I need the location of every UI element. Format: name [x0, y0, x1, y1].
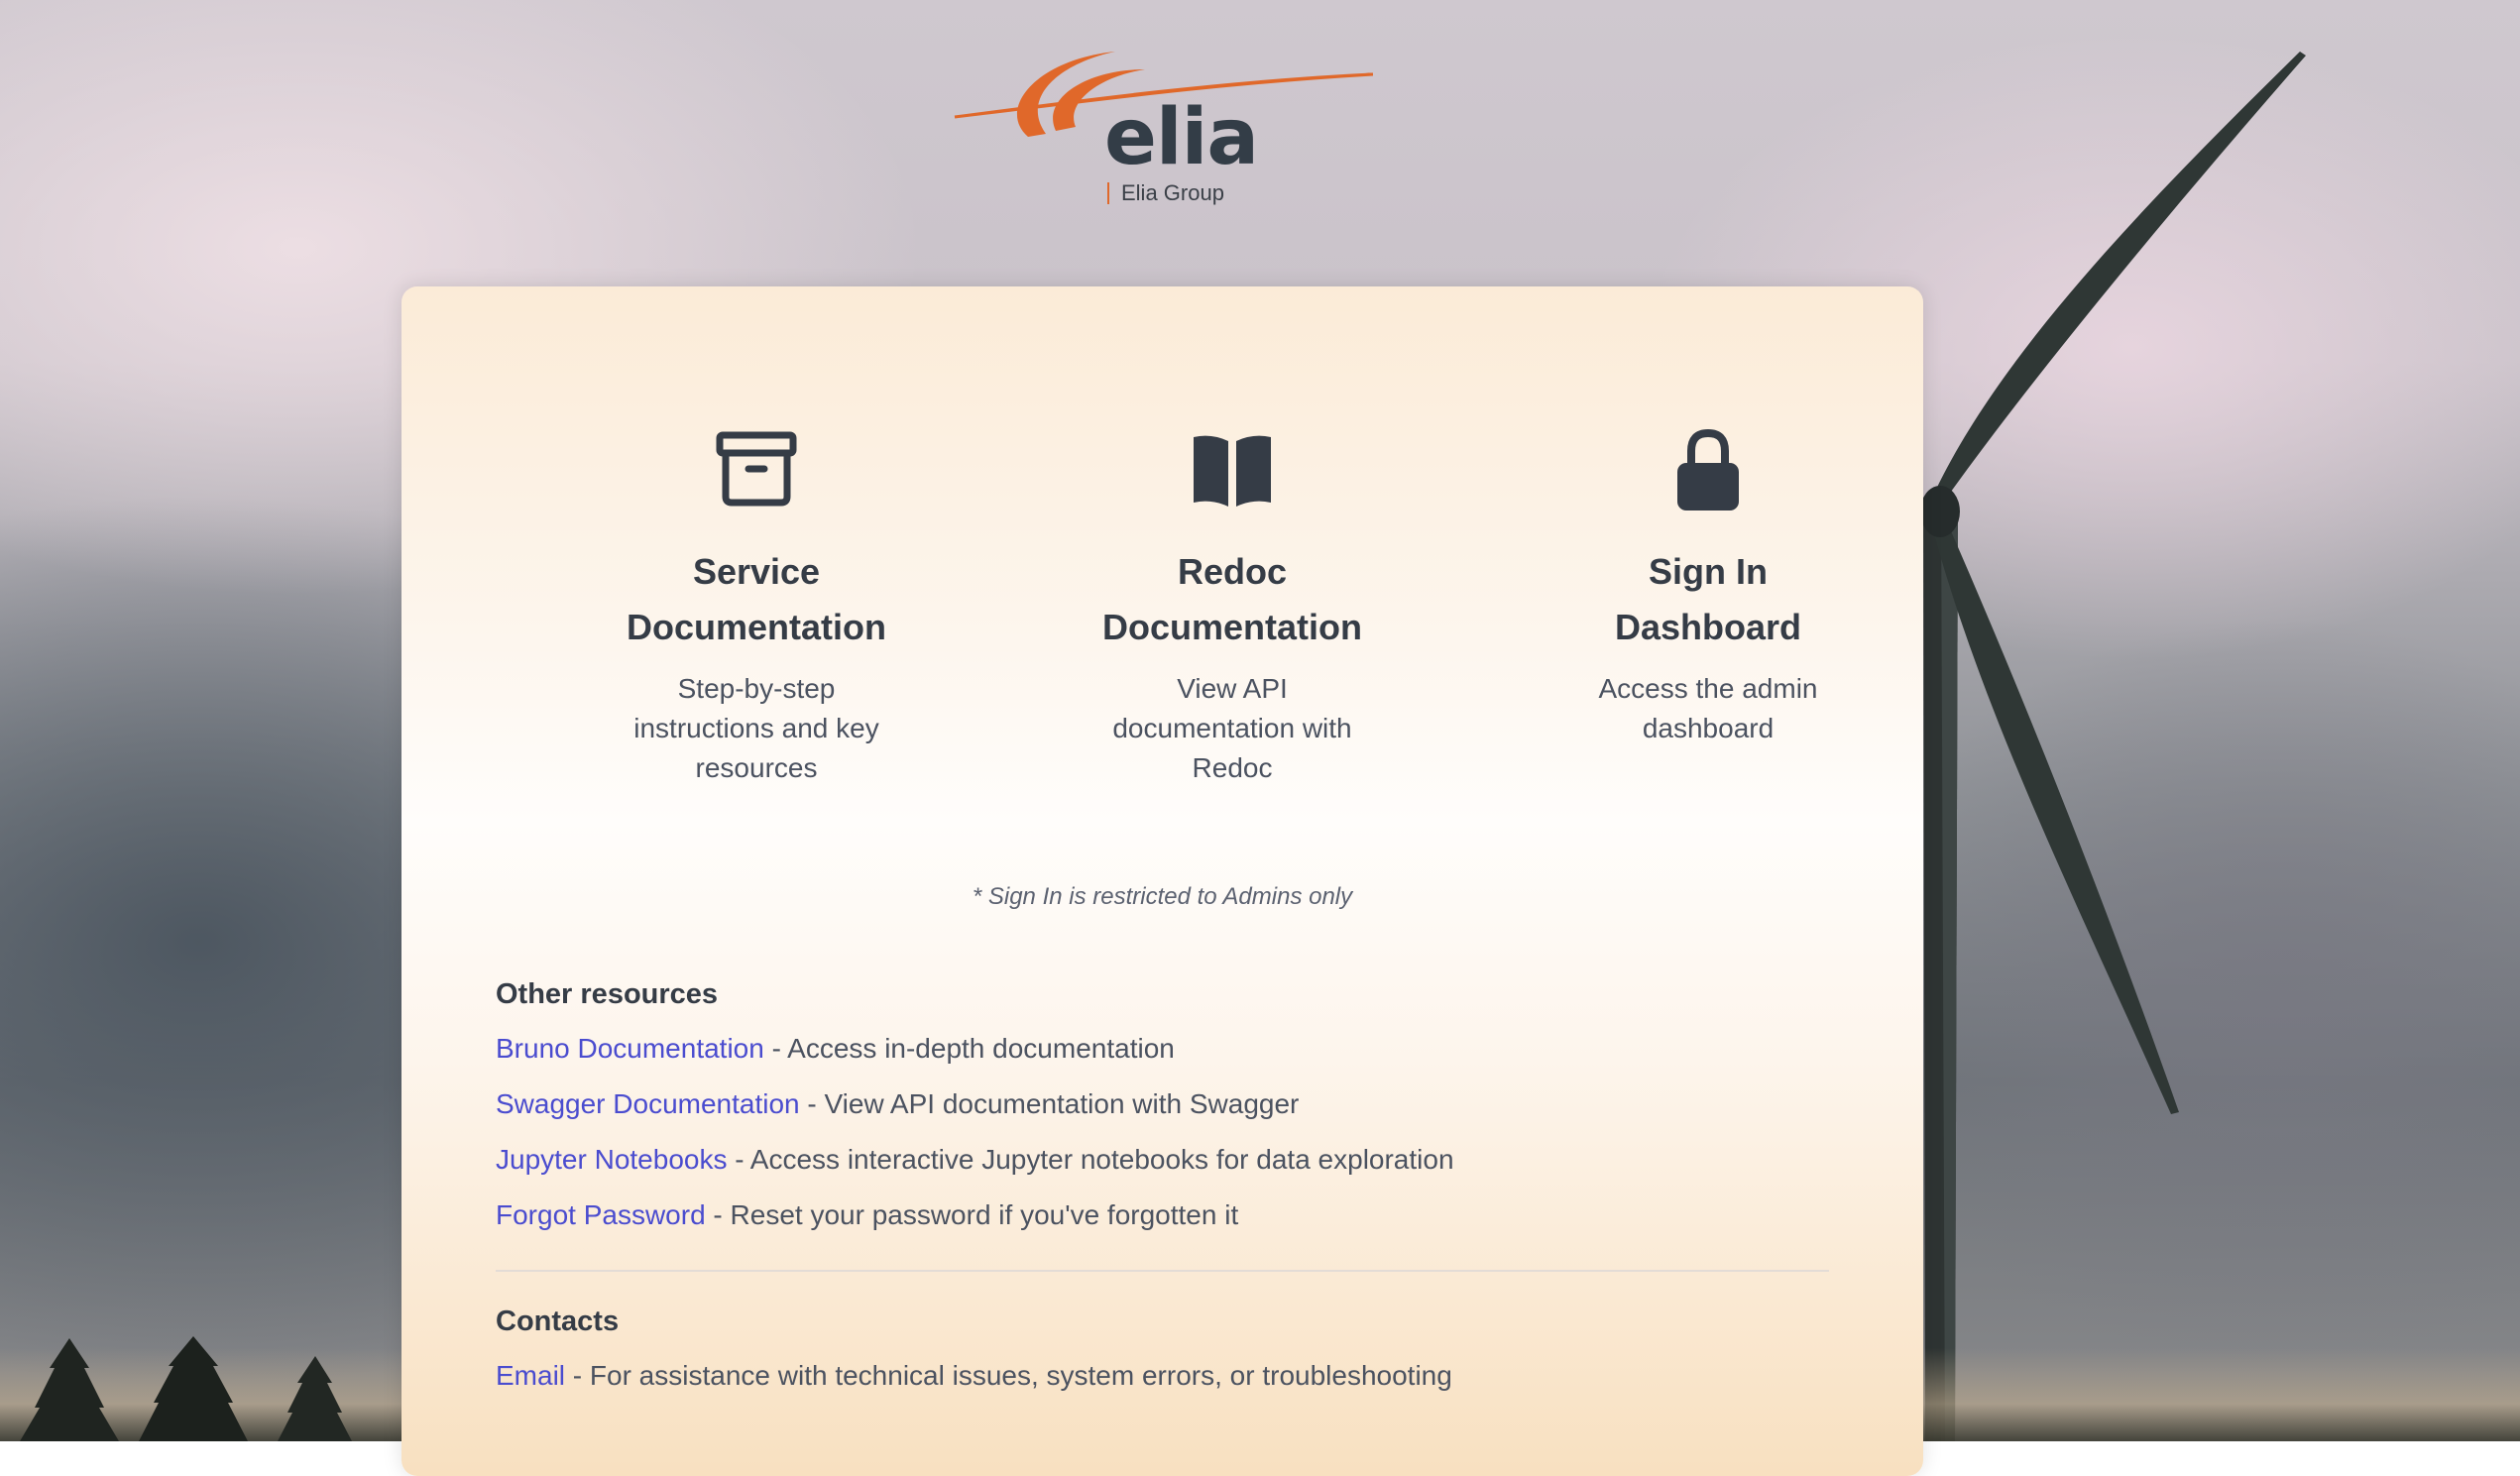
tile-description-line: Step-by-step — [677, 673, 836, 704]
logo-subtitle: Elia Group — [1107, 180, 1224, 206]
tile-description-line: View API — [1177, 673, 1288, 704]
tile-title-line: Dashboard — [1614, 607, 1802, 647]
contact-description: - For assistance with technical issues, … — [565, 1360, 1452, 1391]
tile-title: Sign In Dashboard — [1540, 544, 1877, 655]
contact-item: Email - For assistance with technical is… — [496, 1360, 1452, 1392]
sign-in-restriction-note: * Sign In is restricted to Admins only — [972, 883, 1353, 910]
resource-description: - View API documentation with Swagger — [799, 1088, 1300, 1119]
email-link[interactable]: Email — [496, 1360, 565, 1391]
tile-description-line: documentation with — [1112, 713, 1352, 743]
forgot-password-link[interactable]: Forgot Password — [496, 1199, 706, 1230]
tile-description-line: Access the admin — [1598, 673, 1818, 704]
tile-title-line: Documentation — [626, 607, 886, 647]
logo-wordmark: elia — [1104, 93, 1259, 182]
tile-title-line: Documentation — [1101, 607, 1362, 647]
tile-title-line: Redoc — [1177, 551, 1288, 592]
tile-title: Service Documentation — [588, 544, 925, 655]
trees-silhouette — [20, 1336, 352, 1441]
bruno-documentation-link[interactable]: Bruno Documentation — [496, 1033, 764, 1064]
main-card: Service Documentation Step-by-step instr… — [401, 286, 1923, 1476]
tile-description-line: dashboard — [1642, 713, 1775, 743]
tile-description-line: resources — [695, 752, 818, 783]
tile-title-line: Service — [692, 551, 821, 592]
swagger-documentation-link[interactable]: Swagger Documentation — [496, 1088, 800, 1119]
lock-icon — [1677, 428, 1739, 511]
contacts-heading: Contacts — [496, 1306, 620, 1337]
tile-sign-in-dashboard[interactable]: Sign In Dashboard Access the admin dashb… — [1540, 425, 1877, 748]
tile-description: Step-by-step instructions and key resour… — [588, 669, 925, 788]
tile-description-line: Redoc — [1192, 752, 1273, 783]
tile-redoc-documentation[interactable]: Redoc Documentation View API documentati… — [1064, 425, 1401, 788]
archive-box-icon — [716, 431, 797, 507]
logo-subtitle-text: Elia Group — [1121, 180, 1224, 205]
resource-description: - Access interactive Jupyter notebooks f… — [727, 1144, 1454, 1175]
brand-logo: elia Elia Group — [947, 40, 1374, 218]
resource-item: Swagger Documentation - View API documen… — [496, 1088, 1299, 1120]
resource-item: Forgot Password - Reset your password if… — [496, 1199, 1238, 1231]
resource-description: - Access in-depth documentation — [763, 1033, 1175, 1064]
tile-description: Access the admin dashboard — [1540, 669, 1877, 748]
resource-description: - Reset your password if you've forgotte… — [705, 1199, 1239, 1230]
tile-title: Redoc Documentation — [1064, 544, 1401, 655]
section-divider — [496, 1270, 1829, 1272]
tile-description: View API documentation with Redoc — [1064, 669, 1401, 788]
jupyter-notebooks-link[interactable]: Jupyter Notebooks — [496, 1144, 727, 1175]
tile-title-line: Sign In — [1649, 551, 1768, 592]
tile-service-documentation[interactable]: Service Documentation Step-by-step instr… — [588, 425, 925, 788]
tile-description-line: instructions and key — [633, 713, 879, 743]
other-resources-heading: Other resources — [496, 978, 719, 1010]
resource-item: Bruno Documentation - Access in-depth do… — [496, 1033, 1175, 1065]
logo-subtitle-bar — [1107, 182, 1109, 204]
book-open-icon — [1194, 435, 1271, 507]
resource-item: Jupyter Notebooks - Access interactive J… — [496, 1144, 1454, 1176]
